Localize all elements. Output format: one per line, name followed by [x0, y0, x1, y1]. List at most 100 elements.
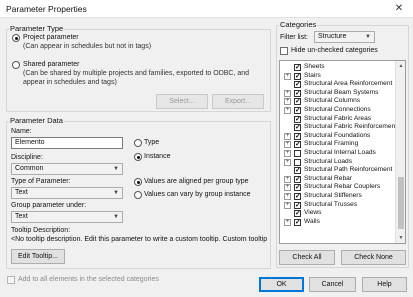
category-row[interactable]: + ✓ Walls	[280, 218, 392, 227]
expand-icon[interactable]: +	[284, 89, 291, 97]
check-none-button[interactable]: Check None	[341, 250, 406, 265]
help-button[interactable]: Help	[362, 277, 407, 292]
expand-icon[interactable]: +	[284, 72, 291, 80]
name-field[interactable]: Elemento	[11, 137, 123, 149]
parameter-data-label: Parameter Data	[9, 116, 64, 125]
category-row[interactable]: ✓ Structural Fabric Reinforcement	[280, 123, 397, 132]
category-checkbox[interactable]: ✓	[294, 141, 301, 149]
category-label: Structural Framing	[304, 140, 359, 148]
category-row[interactable]: ✓ Sheets	[280, 63, 392, 72]
ok-button[interactable]: OK	[259, 277, 304, 292]
category-checkbox[interactable]: ✓	[294, 124, 301, 132]
cancel-button[interactable]: Cancel	[309, 277, 356, 292]
category-checkbox[interactable]: ✓	[294, 193, 301, 200]
category-label: Structural Loads	[304, 157, 353, 165]
category-label: Structural Stiffeners	[304, 192, 362, 199]
category-checkbox[interactable]: ✓	[294, 175, 301, 183]
category-row[interactable]: + ✓ Structural Rebar Couplers	[280, 183, 392, 192]
category-checkbox[interactable]: ✓	[294, 201, 301, 209]
expand-icon[interactable]: +	[284, 201, 291, 209]
expand-icon[interactable]: +	[284, 218, 291, 226]
tree-scrollbar[interactable]: ▲ ▼	[395, 61, 405, 243]
category-row[interactable]: + Structural Internal Loads	[280, 149, 392, 158]
add-to-all-checkbox[interactable]	[7, 276, 15, 284]
filter-list-value: Structure	[318, 33, 347, 40]
tooltip-description-text: <No tooltip description. Edit this param…	[11, 236, 267, 243]
category-checkbox[interactable]: ✓	[294, 89, 301, 97]
category-checkbox[interactable]: ✓	[294, 218, 301, 226]
scroll-up-icon[interactable]: ▲	[396, 61, 405, 71]
group-under-label: Group parameter under:	[11, 202, 87, 209]
shared-parameter-radio[interactable]	[12, 61, 20, 69]
category-checkbox[interactable]: ✓	[294, 81, 301, 89]
category-checkbox[interactable]	[294, 150, 301, 157]
category-checkbox[interactable]: ✓	[294, 72, 301, 80]
category-row[interactable]: + ✓ Structural Foundations	[280, 132, 392, 141]
category-row[interactable]: + ✓ Structural Rebar	[280, 175, 392, 184]
category-label: Structural Connections	[304, 106, 371, 113]
check-all-button[interactable]: Check All	[279, 250, 335, 265]
category-row[interactable]: + ✓ Stairs	[280, 72, 392, 81]
expand-icon[interactable]: +	[284, 132, 291, 140]
project-parameter-radio[interactable]	[12, 34, 20, 42]
category-label: Structural Foundations	[304, 131, 371, 139]
category-label: Structural Trusses	[304, 200, 358, 208]
category-row[interactable]: + ✓ Structural Stiffeners	[280, 192, 392, 201]
values-aligned-radio[interactable]	[134, 178, 142, 186]
category-row[interactable]: + ✓ Structural Columns	[280, 97, 392, 106]
title-bar: Parameter Properties ✕	[0, 0, 413, 18]
category-row[interactable]: + ✓ Structural Trusses	[280, 201, 392, 210]
type-radio[interactable]	[134, 139, 142, 147]
category-checkbox[interactable]: ✓	[294, 115, 301, 123]
shared-parameter-note-1: (Can be shared by multiple projects and …	[23, 70, 250, 77]
expand-icon[interactable]: +	[284, 184, 291, 192]
category-row[interactable]: ✓ Structural Area Reinforcement	[280, 80, 392, 89]
category-checkbox[interactable]	[294, 158, 301, 166]
category-label: Structural Beam Systems	[304, 88, 379, 96]
filter-list-select[interactable]: Structure ▼	[314, 31, 375, 43]
scroll-down-icon[interactable]: ▼	[396, 233, 405, 243]
type-of-parameter-select[interactable]: Text ▼	[11, 187, 123, 199]
discipline-select[interactable]: Common ▼	[11, 163, 123, 175]
scroll-thumb[interactable]	[398, 177, 404, 229]
instance-radio[interactable]	[134, 153, 142, 161]
close-icon[interactable]: ✕	[385, 0, 413, 18]
category-row[interactable]: + ✓ Structural Connections	[280, 106, 392, 115]
type-of-parameter-value: Text	[15, 189, 28, 196]
edit-tooltip-button[interactable]: Edit Tooltip...	[11, 249, 65, 264]
category-checkbox[interactable]: ✓	[294, 167, 301, 175]
category-row[interactable]: + ✓ Structural Beam Systems	[280, 89, 392, 98]
category-row[interactable]: ✓ Structural Fabric Areas	[280, 115, 392, 124]
categories-tree[interactable]: ✓ Sheets + ✓ Stairs ✓ Structural Area Reinforc…	[279, 60, 406, 244]
category-checkbox[interactable]: ✓	[294, 64, 301, 71]
category-label: Structural Fabric Reinforcement	[304, 123, 398, 131]
expand-icon[interactable]: +	[284, 150, 291, 157]
category-label: Structural Columns	[304, 97, 361, 105]
expand-icon[interactable]: +	[284, 158, 291, 166]
filter-list-label: Filter list:	[280, 34, 308, 41]
category-row[interactable]: + ✓ Structural Framing	[280, 140, 392, 149]
group-under-select[interactable]: Text ▼	[11, 211, 123, 223]
type-of-parameter-label: Type of Parameter:	[11, 178, 71, 185]
expand-icon[interactable]: +	[284, 175, 291, 183]
hide-unchecked-checkbox[interactable]	[280, 47, 288, 55]
category-checkbox[interactable]: ✓	[294, 98, 301, 106]
category-row[interactable]: ✓ Structural Path Reinforcement	[280, 166, 392, 175]
category-row[interactable]: ✓ Views	[280, 209, 392, 218]
export-button[interactable]: Export...	[212, 94, 264, 109]
category-label: Structural Internal Loads	[304, 149, 376, 156]
expand-icon[interactable]: +	[284, 193, 291, 200]
expand-icon[interactable]: +	[284, 107, 291, 114]
expand-icon[interactable]: +	[284, 141, 291, 149]
category-checkbox[interactable]: ✓	[294, 132, 301, 140]
category-checkbox[interactable]: ✓	[294, 184, 301, 192]
category-checkbox[interactable]: ✓	[294, 107, 301, 114]
values-vary-radio[interactable]	[134, 191, 142, 199]
expand-icon[interactable]: +	[284, 98, 291, 106]
select-button[interactable]: Select...	[156, 94, 208, 109]
category-row[interactable]: + Structural Loads	[280, 158, 392, 167]
category-checkbox[interactable]: ✓	[294, 210, 301, 218]
discipline-label: Discipline:	[11, 154, 43, 161]
discipline-value: Common	[15, 165, 44, 172]
chevron-down-icon: ▼	[113, 190, 119, 196]
